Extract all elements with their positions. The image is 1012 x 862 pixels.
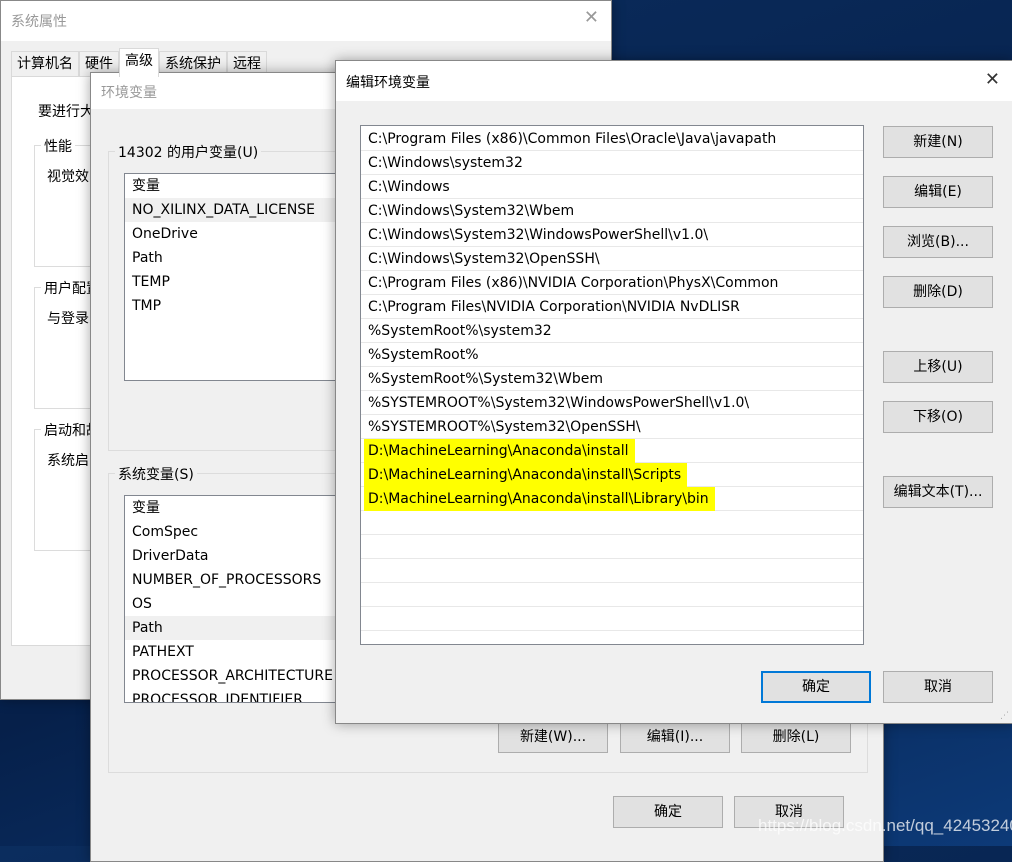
path-entry[interactable]: %SystemRoot% <box>361 343 863 367</box>
empty-row[interactable] <box>361 607 863 631</box>
path-entry[interactable]: %SystemRoot%\System32\Wbem <box>361 367 863 391</box>
path-entry-text: C:\Windows\System32\WindowsPowerShell\v1… <box>368 227 709 243</box>
delete-entry-button[interactable]: 删除(D) <box>883 276 993 308</box>
new-entry-button[interactable]: 新建(N) <box>883 126 993 158</box>
path-entry[interactable]: C:\Windows <box>361 175 863 199</box>
watermark: https://blog.csdn.net/qq_42453240 <box>758 816 1012 835</box>
path-entry[interactable]: C:\Program Files\NVIDIA Corporation\NVID… <box>361 295 863 319</box>
path-entry[interactable]: C:\Program Files (x86)\NVIDIA Corporatio… <box>361 271 863 295</box>
title-bar: 编辑环境变量 ✕ <box>336 61 1012 101</box>
path-entry-text: %SystemRoot%\system32 <box>368 323 552 339</box>
ok-button[interactable]: 确定 <box>761 671 871 703</box>
path-entry-text: C:\Windows <box>368 179 450 195</box>
move-up-button[interactable]: 上移(U) <box>883 351 993 383</box>
path-entry-text: C:\Windows\system32 <box>368 155 523 171</box>
path-entry[interactable]: C:\Windows\System32\WindowsPowerShell\v1… <box>361 223 863 247</box>
window-title: 系统属性 <box>11 14 67 30</box>
path-entry-text: C:\Windows\System32\OpenSSH\ <box>368 251 600 267</box>
move-down-button[interactable]: 下移(O) <box>883 401 993 433</box>
window-title: 环境变量 <box>101 85 157 101</box>
intro-text: 要进行大 <box>38 104 94 120</box>
path-entry[interactable]: C:\Windows\System32\Wbem <box>361 199 863 223</box>
close-icon[interactable]: ✕ <box>584 7 599 28</box>
edit-entry-button[interactable]: 编辑(E) <box>883 176 993 208</box>
edit-text-button[interactable]: 编辑文本(T)... <box>883 476 993 508</box>
path-entry-text: C:\Windows\System32\Wbem <box>368 203 575 219</box>
path-entry[interactable]: C:\Windows\system32 <box>361 151 863 175</box>
path-entry[interactable]: %SYSTEMROOT%\System32\OpenSSH\ <box>361 415 863 439</box>
window-title: 编辑环境变量 <box>346 75 430 91</box>
path-entry-text: C:\Program Files\NVIDIA Corporation\NVID… <box>368 299 740 315</box>
path-entry-text: %SystemRoot% <box>368 347 479 363</box>
delete-system-var-button[interactable]: 删除(L) <box>741 721 851 753</box>
new-system-var-button[interactable]: 新建(W)... <box>498 721 608 753</box>
empty-row[interactable] <box>361 511 863 535</box>
path-entry[interactable]: D:\MachineLearning\Anaconda\install\Libr… <box>361 487 863 511</box>
title-bar: 系统属性 ✕ <box>1 1 611 41</box>
path-entry-text: %SystemRoot%\System32\Wbem <box>368 371 603 387</box>
path-entry-text: %SYSTEMROOT%\System32\OpenSSH\ <box>368 419 641 435</box>
path-entry-text: D:\MachineLearning\Anaconda\install <box>364 439 635 463</box>
empty-row[interactable] <box>361 583 863 607</box>
tab-2[interactable]: 高级 <box>119 48 159 77</box>
tab-0[interactable]: 计算机名 <box>11 51 79 77</box>
path-entry-text: D:\MachineLearning\Anaconda\install\Scri… <box>364 463 688 487</box>
edit-environment-variable-window: 编辑环境变量 ✕ C:\Program Files (x86)\Common Fi… <box>335 60 1012 724</box>
browse-button[interactable]: 浏览(B)... <box>883 226 993 258</box>
resize-grip-icon[interactable]: ⋰ <box>1000 711 1009 721</box>
empty-row[interactable] <box>361 535 863 559</box>
edit-system-var-button[interactable]: 编辑(I)... <box>620 721 730 753</box>
path-entry[interactable]: %SystemRoot%\system32 <box>361 319 863 343</box>
empty-row[interactable] <box>361 559 863 583</box>
path-entry-text: D:\MachineLearning\Anaconda\install\Libr… <box>364 487 715 511</box>
path-entry[interactable]: %SYSTEMROOT%\System32\WindowsPowerShell\… <box>361 391 863 415</box>
path-entry-text: %SYSTEMROOT%\System32\WindowsPowerShell\… <box>368 395 750 411</box>
path-entry-text: C:\Program Files (x86)\Common Files\Orac… <box>368 131 777 147</box>
path-entry[interactable]: D:\MachineLearning\Anaconda\install\Scri… <box>361 463 863 487</box>
path-entries-list[interactable]: C:\Program Files (x86)\Common Files\Orac… <box>360 125 864 645</box>
path-entry[interactable]: C:\Program Files (x86)\Common Files\Orac… <box>361 127 863 151</box>
path-entry[interactable]: C:\Windows\System32\OpenSSH\ <box>361 247 863 271</box>
cancel-button[interactable]: 取消 <box>883 671 993 703</box>
close-icon[interactable]: ✕ <box>985 69 1000 90</box>
path-entry-text: C:\Program Files (x86)\NVIDIA Corporatio… <box>368 275 779 291</box>
ok-button[interactable]: 确定 <box>613 796 723 828</box>
path-entry[interactable]: D:\MachineLearning\Anaconda\install <box>361 439 863 463</box>
